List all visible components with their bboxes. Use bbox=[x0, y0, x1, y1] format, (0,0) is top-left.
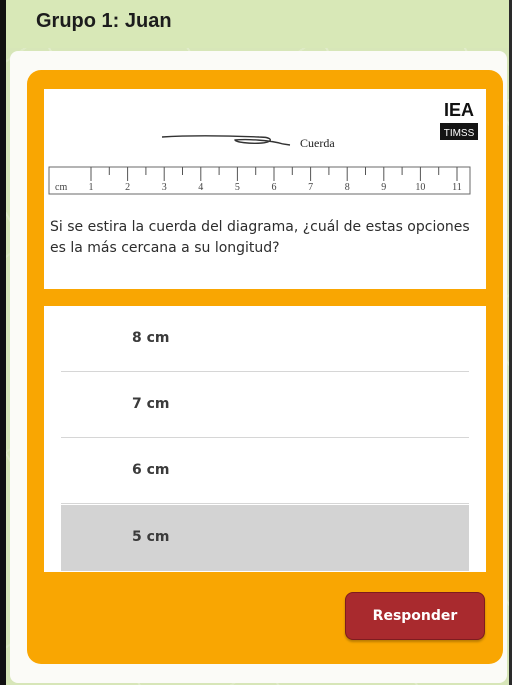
ruler-number: 4 bbox=[198, 182, 203, 193]
submit-button[interactable]: Responder bbox=[345, 592, 485, 640]
ruler-number: 11 bbox=[452, 182, 462, 193]
answer-option[interactable]: 6 cm bbox=[61, 438, 469, 504]
question-box: IEA TIMSS Cuerda cm 1 2 3 4 5 6 7 8 9 10 11 Si se … bbox=[44, 89, 486, 289]
logo-top-text: IEA bbox=[444, 100, 474, 120]
answer-options: 8 cm 7 cm 6 cm 5 cm bbox=[44, 306, 486, 572]
ruler-number: 9 bbox=[381, 182, 386, 193]
ruler-number: 8 bbox=[345, 182, 350, 193]
answer-option[interactable]: 8 cm bbox=[61, 306, 469, 372]
answer-option-label: 6 cm bbox=[132, 462, 170, 478]
answer-option-label: 7 cm bbox=[132, 396, 170, 412]
ruler-number: 7 bbox=[308, 182, 313, 193]
string-line bbox=[161, 135, 291, 146]
ruler-number: 1 bbox=[89, 182, 94, 193]
ruler-number: 6 bbox=[272, 182, 277, 193]
left-edge-bar bbox=[0, 0, 6, 685]
answer-option[interactable]: 7 cm bbox=[61, 372, 469, 438]
header-bar: Grupo 1: Juan bbox=[6, 0, 509, 48]
ruler-number: 3 bbox=[162, 182, 167, 193]
answer-option-selected[interactable]: 5 cm bbox=[61, 505, 469, 571]
ruler-number: 2 bbox=[125, 182, 130, 193]
ruler-diagram: Cuerda cm 1 2 3 4 5 6 7 8 9 10 11 bbox=[48, 135, 471, 195]
ruler-body bbox=[48, 166, 471, 195]
question-text: Si se estira la cuerda del diagrama, ¿cu… bbox=[50, 219, 470, 256]
page-title: Grupo 1: Juan bbox=[36, 10, 172, 32]
ruler-unit-label: cm bbox=[55, 182, 67, 193]
answer-option-label: 5 cm bbox=[132, 529, 170, 545]
ruler-number: 10 bbox=[415, 182, 425, 193]
answer-option-label: 8 cm bbox=[132, 330, 170, 346]
ruler-number: 5 bbox=[235, 182, 240, 193]
string-label: Cuerda bbox=[300, 136, 335, 150]
